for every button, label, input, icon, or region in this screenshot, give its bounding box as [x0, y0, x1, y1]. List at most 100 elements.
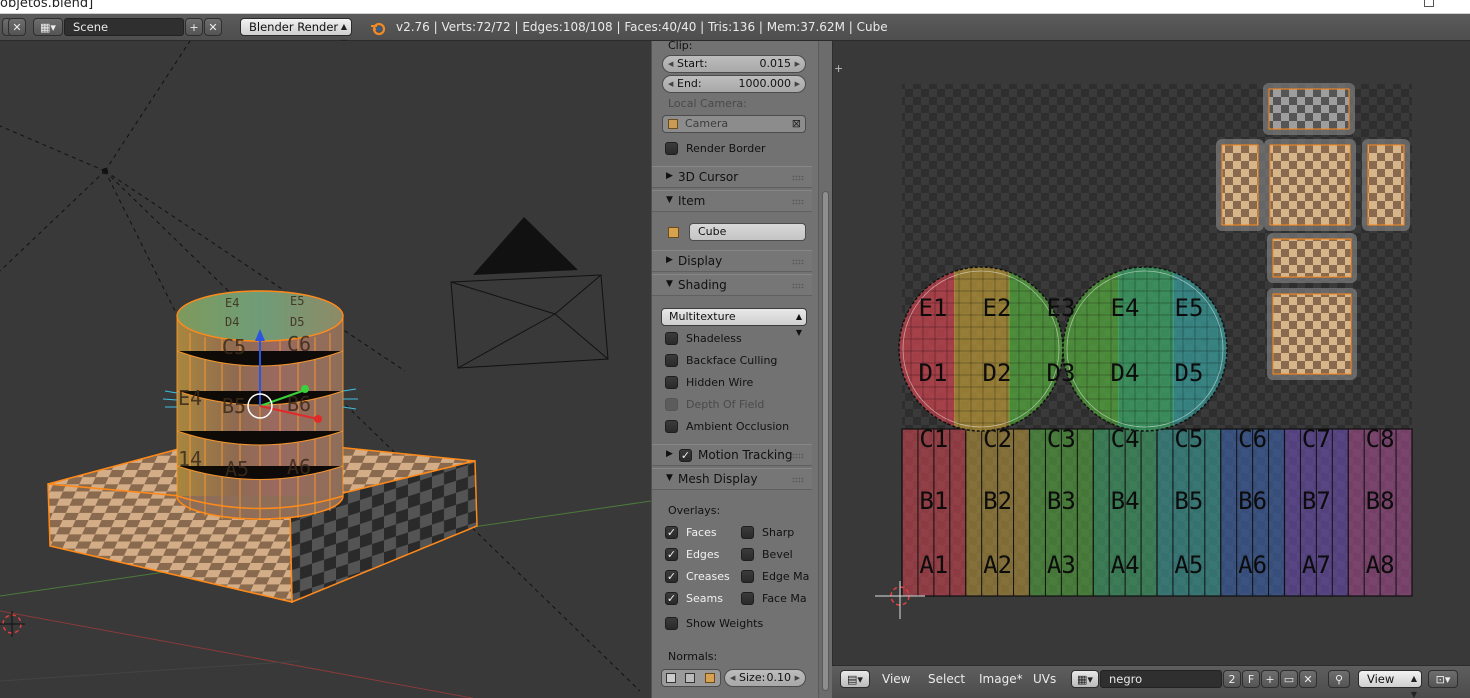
uv-cell-label: E2 [983, 294, 1012, 322]
3d-viewport[interactable]: E4 E5 D4 D5 C5 C6 B5 B6 A5 A6 E4 14 [0, 41, 651, 698]
creases-label: Creases [686, 570, 730, 583]
editor-type-icon[interactable]: ▤▾ [840, 670, 870, 688]
decrement-icon[interactable]: ◀ [668, 56, 673, 72]
cylinder-mesh[interactable]: E4 E5 D4 D5 C5 C6 B5 B6 A5 A6 E4 14 [162, 290, 358, 520]
clip-end-field[interactable]: ◀ End: 1000.000 ▶ [662, 75, 806, 93]
uv-cell-label: A8 [1366, 551, 1395, 579]
uv-square-island[interactable] [1367, 144, 1405, 226]
increment-icon[interactable]: ▶ [795, 56, 800, 72]
new-image-icon[interactable]: + [1261, 670, 1279, 688]
uv-square-island[interactable] [1221, 144, 1259, 226]
ambient-occlusion-checkbox[interactable] [665, 420, 678, 433]
edge-marks-checkbox[interactable] [741, 570, 754, 583]
uv-square-island[interactable] [1268, 88, 1350, 130]
close-screen-icon[interactable]: ✕ [8, 18, 26, 36]
seams-checkbox[interactable]: ✓ [665, 592, 678, 605]
maximize-icon[interactable] [1424, 0, 1434, 7]
camera-object[interactable] [450, 217, 609, 369]
edges-label: Edges [686, 548, 720, 561]
uv-square-island[interactable] [1269, 144, 1351, 226]
scene-name-field[interactable]: Scene [64, 18, 184, 36]
uv-cell-label: E3 [1047, 294, 1076, 322]
info-header: ✕ ▦▾ Scene + ✕ Blender Render ▲▼ v2.76 |… [0, 14, 1470, 47]
uv-cell-label: B6 [1238, 487, 1267, 515]
uv-cell-label: B4 [1111, 487, 1140, 515]
scrollbar-thumb[interactable] [822, 191, 829, 691]
local-camera-field[interactable]: Camera ⊠ [662, 115, 806, 133]
image-browse-icon[interactable]: ▦▾ [1071, 670, 1099, 688]
increment-icon[interactable]: ▶ [795, 670, 800, 686]
vertex-normals-icon[interactable] [666, 673, 676, 683]
drag-grip-icon[interactable] [792, 199, 804, 205]
view-mode-dropdown[interactable]: View ▲ ▼ [1358, 670, 1422, 698]
clear-icon[interactable]: ⊠ [792, 116, 801, 132]
render-border-checkbox[interactable] [665, 142, 678, 155]
edges-checkbox[interactable]: ✓ [665, 548, 678, 561]
increment-icon[interactable]: ▶ [795, 76, 800, 92]
drag-grip-icon[interactable] [792, 175, 804, 181]
cyl-label: A5 [225, 457, 249, 481]
backface-culling-checkbox[interactable] [665, 354, 678, 367]
viewport-scene[interactable]: E4 E5 D4 D5 C5 C6 B5 B6 A5 A6 E4 14 [0, 41, 651, 698]
image-name-field[interactable]: negro [1100, 670, 1222, 688]
faces-checkbox[interactable]: ✓ [665, 526, 678, 539]
uv-canvas[interactable]: C1 C2 C3 C4 C5 C6 C7 C8B1 B2 B3 B4 B5 B6 B7 B8A1 A2 A3 A4… [833, 41, 1470, 665]
panel-mesh-display[interactable]: ▼ Mesh Display [652, 468, 812, 490]
open-image-icon[interactable]: ▭ [1280, 670, 1298, 688]
clip-start-field[interactable]: ◀ Start: 0.015 ▶ [662, 55, 806, 73]
panel-motion-tracking[interactable]: ▶ ✓ Motion Tracking [652, 444, 812, 466]
collapse-arrow-icon: ▼ [666, 195, 673, 205]
creases-checkbox[interactable]: ✓ [665, 570, 678, 583]
shading-mode-dropdown[interactable]: Multitexture ▲ ▼ [661, 308, 807, 337]
normals-size-field[interactable]: ◀ Size: 0.10 ▶ [724, 669, 806, 687]
uv-circle-band [954, 267, 1010, 431]
uv-image-editor[interactable]: C1 C2 C3 C4 C5 C6 C7 C8 B1 B2 B3 B4 B5 B6 B7 B8 A1 A2 A3 A4… [832, 41, 1470, 665]
scene-browse-icon[interactable]: ▦▾ [33, 18, 63, 36]
face-marks-checkbox[interactable] [741, 592, 754, 605]
normals-label: Normals: [668, 650, 718, 663]
drag-grip-icon[interactable] [792, 259, 804, 265]
hidden-wire-checkbox[interactable] [665, 376, 678, 389]
menu-view[interactable]: View [882, 672, 910, 686]
panel-3d-cursor[interactable]: ▶ 3D Cursor [652, 166, 812, 188]
decrement-icon[interactable]: ◀ [730, 670, 735, 686]
uv-square-island[interactable] [1272, 293, 1352, 375]
add-scene-icon[interactable]: + [185, 18, 203, 36]
face-normals-icon[interactable] [705, 673, 715, 683]
edge-marks-label: Edge Ma [762, 570, 810, 583]
bevel-checkbox[interactable] [741, 548, 754, 561]
ambient-occlusion-label: Ambient Occlusion [686, 420, 790, 433]
menu-image[interactable]: Image* [979, 672, 1023, 686]
pin-icon[interactable]: ⚲ [1328, 670, 1350, 688]
render-engine-dropdown[interactable]: Blender Render ▲▼ [240, 18, 352, 47]
decrement-icon[interactable]: ◀ [668, 76, 673, 92]
uv-cell-label: C6 [1238, 425, 1267, 453]
drag-grip-icon[interactable] [792, 477, 804, 483]
loop-normals-icon[interactable] [685, 673, 695, 683]
pivot-icon[interactable]: ⊡▾ [1428, 670, 1458, 688]
fake-user-button[interactable]: F [1242, 670, 1260, 688]
show-weights-checkbox[interactable] [665, 617, 678, 630]
panel-item[interactable]: ▼ Item [652, 190, 812, 212]
shadeless-checkbox[interactable] [665, 332, 678, 345]
delete-scene-icon[interactable]: ✕ [204, 18, 222, 36]
motion-tracking-checkbox[interactable]: ✓ [679, 449, 692, 462]
uv-square-island[interactable] [1272, 238, 1352, 278]
normals-type-buttons[interactable] [661, 669, 721, 687]
panel-display[interactable]: ▶ Display [652, 250, 812, 272]
drag-grip-icon[interactable] [792, 283, 804, 289]
drag-grip-icon[interactable] [792, 453, 804, 459]
menu-select[interactable]: Select [928, 672, 965, 686]
clip-label: Clip: [668, 41, 693, 52]
sharp-checkbox[interactable] [741, 526, 754, 539]
panel-title: 3D Cursor [678, 170, 739, 184]
panel-shading[interactable]: ▼ Shading [652, 274, 812, 296]
item-name-field[interactable]: Cube [689, 223, 806, 241]
unlink-image-icon[interactable]: ✕ [1299, 670, 1317, 688]
uv-tools-toggle-icon[interactable]: + [834, 62, 843, 75]
object-cube-icon [668, 227, 679, 238]
overlays-label: Overlays: [668, 504, 721, 517]
menu-uvs[interactable]: UVs [1033, 672, 1056, 686]
blender-logo-icon [371, 22, 386, 36]
sidebar-scrollbar[interactable] [818, 41, 832, 698]
